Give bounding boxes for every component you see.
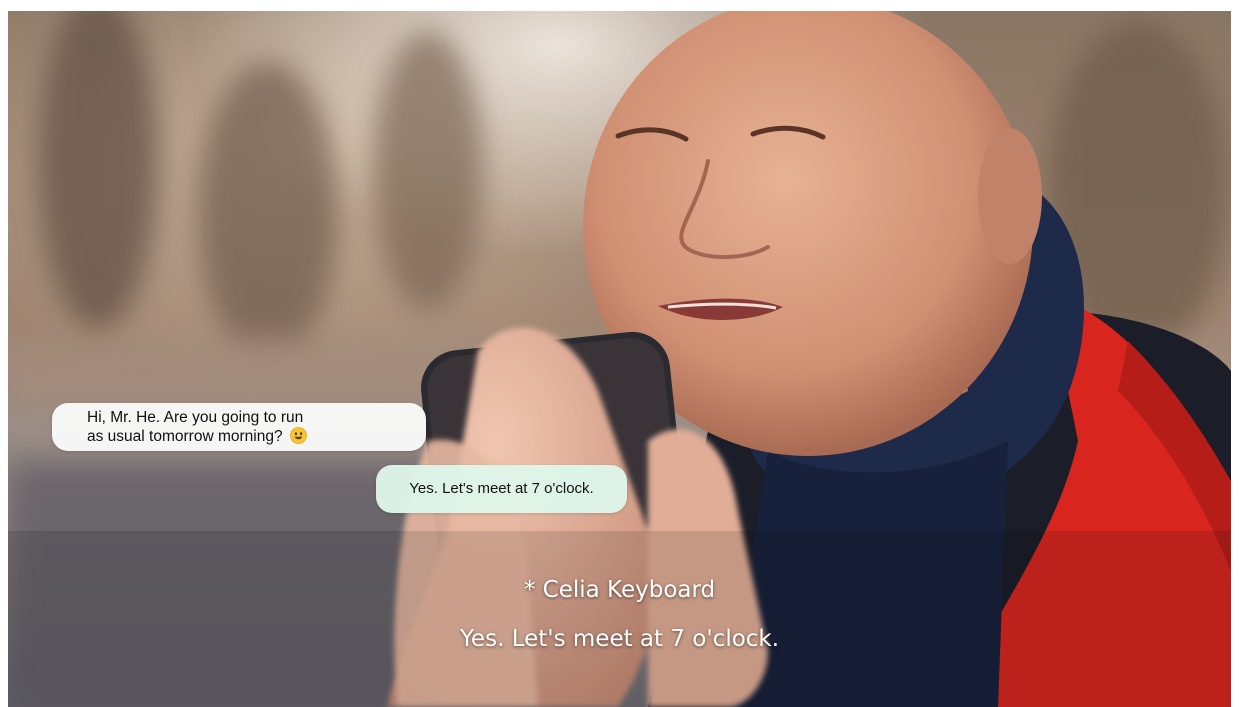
video-frame: Hi, Mr. He. Are you going to run as usua… [8, 11, 1231, 707]
incoming-message-line-1: Hi, Mr. He. Are you going to run [87, 409, 304, 426]
outgoing-message-bubble: Yes. Let's meet at 7 o'clock. [376, 465, 627, 513]
smiling-face-emoji-icon [289, 427, 307, 444]
incoming-message-line-2: as usual tomorrow morning? [87, 428, 283, 445]
incoming-message-bubble: Hi, Mr. He. Are you going to run as usua… [52, 403, 426, 451]
caption-subtitle: Yes. Let's meet at 7 o'clock. [459, 626, 780, 652]
caption-title: * Celia Keyboard [523, 577, 716, 603]
outgoing-message-text: Yes. Let's meet at 7 o'clock. [409, 480, 594, 497]
